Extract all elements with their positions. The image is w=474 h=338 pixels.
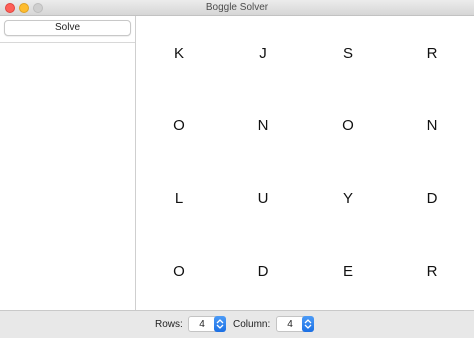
board-cell: O bbox=[342, 117, 354, 134]
rows-value[interactable]: 4 bbox=[189, 318, 215, 331]
boggle-board: K J S R O N O N L U Y D O D E R bbox=[137, 16, 474, 310]
column-value[interactable]: 4 bbox=[277, 318, 303, 331]
board-cell: R bbox=[426, 263, 438, 280]
board-cell: U bbox=[257, 190, 269, 207]
rows-label: Rows: bbox=[155, 319, 183, 330]
board-cell: D bbox=[257, 263, 269, 280]
board-cell: N bbox=[257, 117, 269, 134]
board-cell: O bbox=[173, 117, 185, 134]
bottom-toolbar: Rows: 4 Column: 4 bbox=[0, 310, 474, 338]
column-label: Column: bbox=[233, 319, 271, 330]
board-cell: D bbox=[426, 190, 438, 207]
solve-button[interactable]: Solve bbox=[4, 20, 131, 36]
rows-stepper[interactable]: 4 bbox=[188, 316, 226, 332]
board-cell: K bbox=[173, 45, 184, 62]
board-cell: J bbox=[259, 45, 267, 62]
window-title: Boggle Solver bbox=[205, 2, 269, 13]
title-bar[interactable]: Boggle Solver bbox=[0, 0, 474, 16]
board-cell: L bbox=[174, 190, 184, 207]
board-cell: R bbox=[426, 45, 438, 62]
stepper-arrows-icon[interactable] bbox=[214, 316, 226, 332]
board-cell: S bbox=[342, 45, 353, 62]
sidebar-divider bbox=[0, 42, 135, 43]
board-cell: Y bbox=[342, 190, 353, 207]
board-cell: N bbox=[426, 117, 438, 134]
board-cell: O bbox=[173, 263, 185, 280]
stepper-arrows-icon[interactable] bbox=[302, 316, 314, 332]
column-stepper[interactable]: 4 bbox=[276, 316, 314, 332]
board-cell: E bbox=[342, 263, 353, 280]
sidebar: Solve bbox=[0, 16, 136, 310]
app-window: Boggle Solver Solve K J S R O N O N L U … bbox=[0, 0, 474, 338]
